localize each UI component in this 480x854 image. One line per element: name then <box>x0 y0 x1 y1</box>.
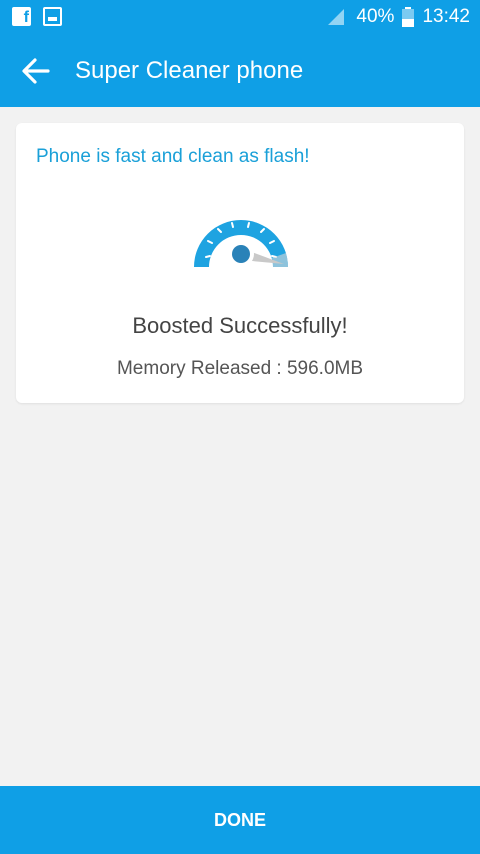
status-bar: f 40% 13:42 <box>0 0 480 34</box>
result-card: Phone is fast and clean as flash! Booste… <box>16 123 464 403</box>
result-headline: Phone is fast and clean as flash! <box>36 146 310 167</box>
system-indicators: 40% 13:42 <box>328 5 470 29</box>
signal-icon <box>328 9 345 25</box>
clock: 13:42 <box>422 6 470 27</box>
app-bar: Super Cleaner phone <box>0 34 480 107</box>
page-title: Super Cleaner phone <box>75 57 304 84</box>
notification-icons: f <box>12 7 62 26</box>
battery-percentage: 40% <box>356 6 395 27</box>
facebook-icon: f <box>12 7 31 26</box>
done-button[interactable]: DONE <box>0 786 480 854</box>
arrow-left-icon <box>22 58 50 84</box>
gallery-icon <box>43 7 62 26</box>
battery-icon <box>402 7 415 27</box>
speedometer-icon <box>194 220 289 267</box>
boost-status: Boosted Successfully! <box>132 313 348 338</box>
memory-released: Memory Released : 596.0MB <box>116 358 364 379</box>
back-button[interactable] <box>18 54 52 88</box>
